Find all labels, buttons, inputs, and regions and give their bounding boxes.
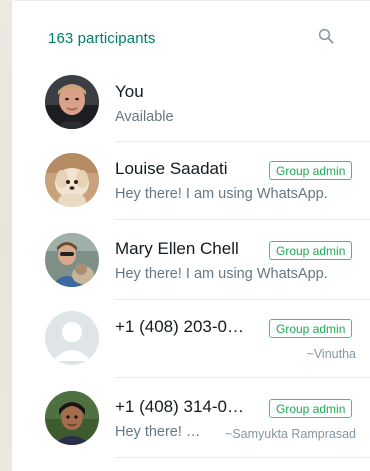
avatar[interactable]: [45, 153, 99, 207]
row-divider: [115, 457, 370, 458]
participant-row-you[interactable]: You Available: [14, 64, 370, 142]
participant-name: Mary Ellen Chell: [115, 239, 239, 258]
chat-wallpaper-edge: [0, 0, 12, 471]
participants-header: 163 participants: [14, 0, 370, 62]
search-icon: [318, 28, 334, 44]
participant-status: Available: [115, 109, 174, 125]
participant-name: +1 (408) 314-0…: [115, 397, 244, 416]
row-divider: [115, 219, 370, 220]
avatar[interactable]: [45, 391, 99, 445]
participant-status: Hey there! …: [115, 424, 201, 440]
participant-name: Louise Saadati: [115, 159, 228, 178]
group-admin-badge: Group admin: [269, 399, 353, 418]
search-participants-button[interactable]: [314, 24, 338, 48]
row-divider: [115, 377, 370, 378]
participant-pushname: ~Samyukta Ramprasad: [225, 427, 356, 441]
avatar[interactable]: [45, 233, 99, 287]
participant-pushname: ~Vinutha: [306, 347, 356, 361]
default-avatar-icon[interactable]: [45, 311, 99, 365]
avatar[interactable]: [45, 75, 99, 129]
participant-name: You: [115, 82, 144, 101]
group-admin-badge: Group admin: [269, 161, 353, 180]
participant-name: +1 (408) 203-0…: [115, 317, 244, 336]
participant-row-louise-saadati[interactable]: Louise Saadati Group admin Hey there! I …: [14, 142, 370, 220]
participant-status: Hey there! I am using WhatsApp.: [115, 266, 328, 282]
participants-count: 163 participants: [48, 30, 156, 47]
participants-panel: 163 participants You Available Louise Sa…: [14, 0, 370, 471]
participant-row-mary-ellen-chell[interactable]: Mary Ellen Chell Group admin Hey there! …: [14, 222, 370, 300]
group-admin-badge: Group admin: [269, 241, 353, 260]
participant-row-samyukta-ramprasad[interactable]: +1 (408) 314-0… Group admin Hey there! ……: [14, 380, 370, 458]
participant-status: Hey there! I am using WhatsApp.: [115, 186, 328, 202]
group-info-window: 163 participants You Available Louise Sa…: [0, 0, 370, 471]
participant-row-vinutha[interactable]: +1 (408) 203-0… Group admin ~Vinutha: [14, 300, 370, 378]
group-admin-badge: Group admin: [269, 319, 353, 338]
